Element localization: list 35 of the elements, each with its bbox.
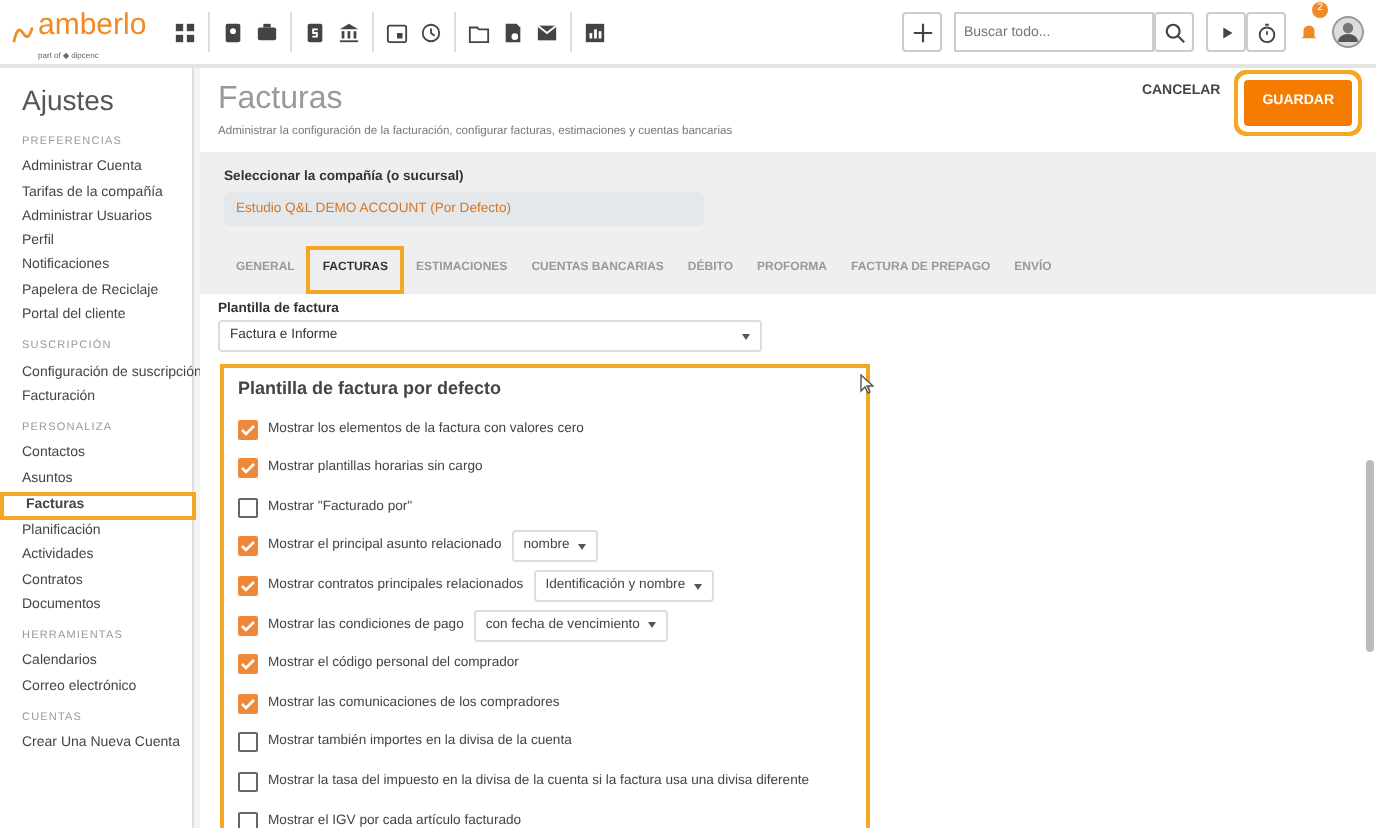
contact-card-icon[interactable] — [222, 21, 245, 43]
checkbox[interactable] — [238, 811, 258, 828]
grid-icon[interactable] — [174, 21, 197, 43]
document-search-icon[interactable] — [502, 21, 525, 43]
sidebar-title: Ajustes — [22, 82, 116, 120]
panel-title: Plantilla de factura por defecto — [238, 376, 504, 403]
checkbox[interactable] — [238, 536, 258, 557]
checkbox[interactable] — [238, 615, 258, 636]
plus-icon — [911, 21, 933, 43]
search-button[interactable] — [1154, 12, 1194, 52]
envelope-icon[interactable] — [536, 21, 559, 43]
folder-icon[interactable] — [468, 21, 491, 43]
checkbox[interactable] — [238, 732, 258, 753]
avatar-icon[interactable] — [1332, 16, 1364, 48]
add-button[interactable] — [902, 12, 942, 52]
play-button[interactable] — [1206, 12, 1246, 52]
stopwatch-icon — [1255, 21, 1277, 43]
chart-icon[interactable] — [584, 21, 607, 43]
search-icon — [1163, 21, 1185, 43]
briefcase-icon[interactable] — [256, 21, 279, 43]
checkbox[interactable] — [238, 497, 258, 518]
checkbox[interactable] — [238, 772, 258, 793]
timer-button[interactable] — [1246, 12, 1286, 52]
bank-icon[interactable] — [338, 21, 361, 43]
checkbox[interactable] — [238, 654, 258, 675]
checkbox[interactable] — [238, 693, 258, 714]
history-icon[interactable] — [420, 21, 443, 43]
checkbox[interactable] — [238, 576, 258, 597]
checkbox[interactable] — [238, 458, 258, 479]
cursor-icon — [860, 374, 874, 394]
page-title: Facturas — [218, 80, 345, 120]
logo: amberlo — [38, 8, 147, 42]
calendar-icon[interactable] — [386, 21, 409, 43]
dollar-document-icon[interactable] — [304, 21, 327, 43]
checkbox[interactable] — [238, 419, 258, 440]
